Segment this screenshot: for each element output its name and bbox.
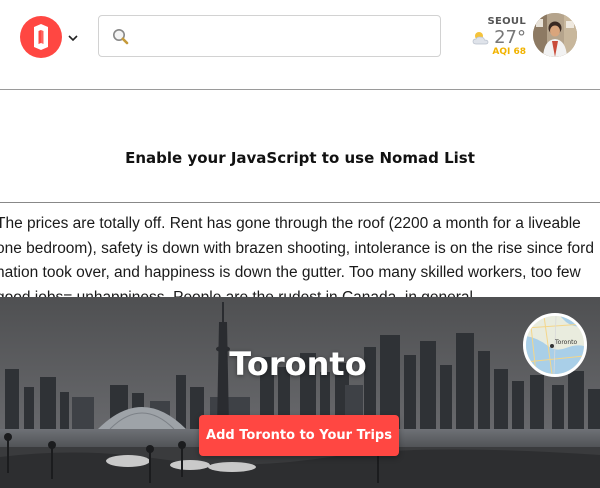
search-icon xyxy=(113,29,129,45)
partly-cloudy-icon xyxy=(472,32,489,45)
city-location-map[interactable]: Toronto xyxy=(523,313,587,377)
city-hero: Toronto Add Toronto to Your Trips Toront… xyxy=(0,297,600,488)
city-title: Toronto xyxy=(229,345,367,383)
map-city-label: Toronto xyxy=(554,339,577,346)
search-box[interactable] xyxy=(98,15,441,57)
chevron-down-icon[interactable] xyxy=(68,34,78,42)
review-line: one bedroom), safety is down with brazen… xyxy=(0,239,594,257)
add-to-trips-button[interactable]: Add Toronto to Your Trips xyxy=(199,415,399,456)
air-quality-index: AQI 68 xyxy=(492,47,526,57)
weather-city: SEOUL xyxy=(487,16,526,27)
search-input[interactable] xyxy=(135,24,430,48)
review-line: nation took over, and happiness is down … xyxy=(0,264,581,281)
user-avatar[interactable] xyxy=(533,13,577,57)
nomad-list-logo-icon[interactable] xyxy=(20,16,62,58)
divider xyxy=(0,202,600,203)
toronto-skyline-photo xyxy=(0,297,600,488)
review-line: The prices are totally off. Rent has gon… xyxy=(0,215,581,232)
weather-widget[interactable]: SEOUL 27° AQI 68 xyxy=(470,14,530,62)
javascript-notice: Enable your JavaScript to use Nomad List xyxy=(125,149,475,167)
city-review-text: The prices are totally off. Rent has gon… xyxy=(0,212,600,310)
weather-temperature: 27° xyxy=(494,27,526,48)
top-navbar: SEOUL 27° AQI 68 xyxy=(0,0,600,90)
